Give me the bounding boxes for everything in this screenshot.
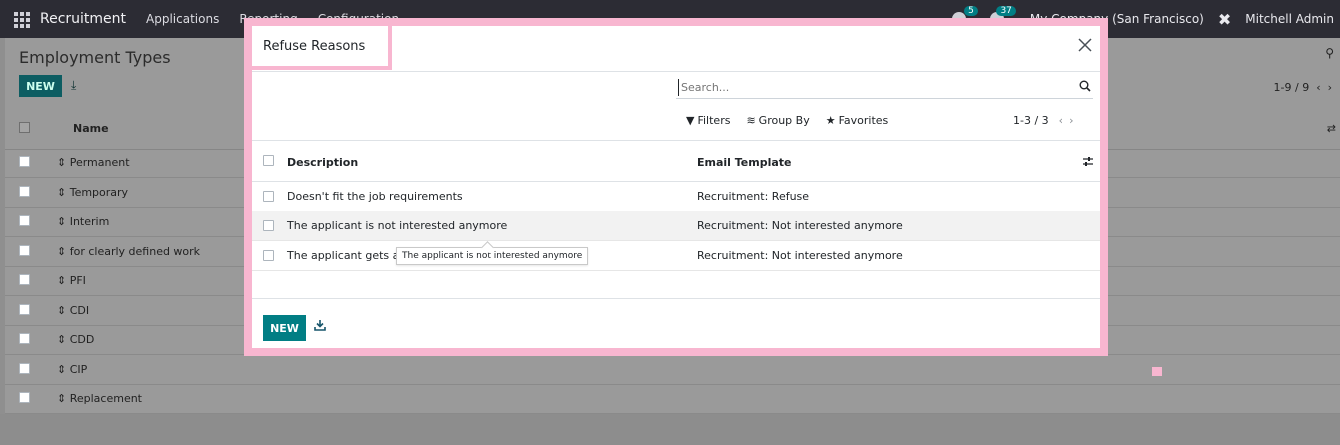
select-all-checkbox[interactable] — [263, 155, 274, 166]
bg-pager[interactable]: 1-9 / 9 ‹ › — [1274, 81, 1332, 94]
search-panel-toggles: ▼ Filters ≋ Group By ★ Favorites — [686, 114, 888, 127]
column-name[interactable]: Name — [73, 122, 109, 135]
optional-columns-icon[interactable]: ⇄ — [1327, 122, 1336, 135]
row-checkbox[interactable] — [19, 186, 30, 197]
row-tooltip: The applicant is not interested anymore — [396, 247, 589, 265]
row-checkbox[interactable] — [19, 245, 30, 256]
layers-icon: ≋ — [746, 114, 756, 127]
filters-toggle[interactable]: ▼ Filters — [686, 114, 730, 127]
star-icon: ★ — [825, 114, 836, 127]
column-email-template[interactable]: Email Template — [697, 156, 792, 169]
highlight-marker — [1152, 367, 1162, 376]
group-by-toggle[interactable]: ≋ Group By — [746, 114, 809, 127]
pager-prev-icon[interactable]: ‹ — [1059, 114, 1069, 127]
row-checkbox[interactable] — [19, 156, 30, 167]
favorites-toggle[interactable]: ★ Favorites — [826, 114, 889, 127]
row-email-template: Recruitment: Refuse — [697, 190, 810, 203]
row-checkbox[interactable] — [263, 191, 274, 202]
refuse-reasons-dialog: Refuse Reasons ▼Filters ≋Group By ★Favor… — [252, 26, 1100, 348]
select-all-checkbox[interactable] — [19, 122, 30, 133]
activity-badge: 5 — [964, 6, 978, 16]
search-icon[interactable]: ⚲ — [1325, 46, 1334, 60]
row-checkbox[interactable] — [19, 215, 30, 226]
filter-icon: ▼ — [686, 114, 695, 127]
row-description: The applicant gets a b — [287, 249, 410, 262]
optional-columns-icon[interactable] — [1082, 156, 1094, 168]
table-header: Description Email Template — [252, 140, 1100, 182]
user-menu[interactable]: Mitchell Admin — [1245, 12, 1334, 26]
download-icon[interactable] — [314, 319, 326, 331]
nav-applications[interactable]: Applications — [146, 12, 219, 26]
row-checkbox[interactable] — [19, 304, 30, 315]
row-description: The applicant is not interested anymore — [287, 219, 508, 232]
table-row[interactable]: Doesn't fit the job requirements Recruit… — [252, 182, 1100, 212]
row-email-template: Recruitment: Not interested anymore — [697, 249, 903, 262]
bg-row[interactable]: ⇕ CIP — [5, 355, 1340, 385]
row-email-template: Recruitment: Not interested anymore — [697, 219, 903, 232]
row-checkbox[interactable] — [263, 250, 274, 261]
tools-icon[interactable]: ✖ — [1218, 10, 1231, 29]
app-brand[interactable]: Recruitment — [40, 11, 126, 27]
close-icon[interactable] — [1078, 38, 1092, 52]
dialog-header: Refuse Reasons — [252, 26, 1100, 72]
download-icon[interactable]: ⤓ — [71, 78, 76, 93]
bg-new-button[interactable]: NEW — [19, 75, 62, 97]
table-row[interactable]: The applicant gets a b Recruitment: Not … — [252, 241, 1100, 271]
row-description: Doesn't fit the job requirements — [287, 190, 463, 203]
row-checkbox[interactable] — [19, 333, 30, 344]
pager: 1-3 / 3 ‹› — [1013, 114, 1079, 127]
background-footer — [0, 414, 1340, 445]
bg-row[interactable]: ⇕ Replacement — [5, 384, 1340, 414]
pager-next-icon[interactable]: › — [1069, 114, 1079, 127]
table-row[interactable]: The applicant is not interested anymore … — [252, 211, 1100, 241]
messages-badge: 37 — [996, 6, 1016, 16]
apps-menu-icon[interactable] — [14, 12, 32, 28]
column-description[interactable]: Description — [287, 156, 358, 169]
dialog-footer: NEW — [252, 298, 1100, 348]
search-icon[interactable] — [1079, 80, 1091, 92]
row-checkbox[interactable] — [19, 363, 30, 374]
page-title: Employment Types — [19, 48, 171, 67]
pager-value[interactable]: 1-3 / 3 — [1013, 114, 1049, 127]
search-input[interactable] — [678, 79, 1068, 96]
dialog-title: Refuse Reasons — [263, 39, 366, 54]
row-checkbox[interactable] — [263, 220, 274, 231]
row-checkbox[interactable] — [19, 392, 30, 403]
new-button[interactable]: NEW — [263, 315, 306, 341]
row-checkbox[interactable] — [19, 274, 30, 285]
search-bar — [676, 76, 1093, 99]
